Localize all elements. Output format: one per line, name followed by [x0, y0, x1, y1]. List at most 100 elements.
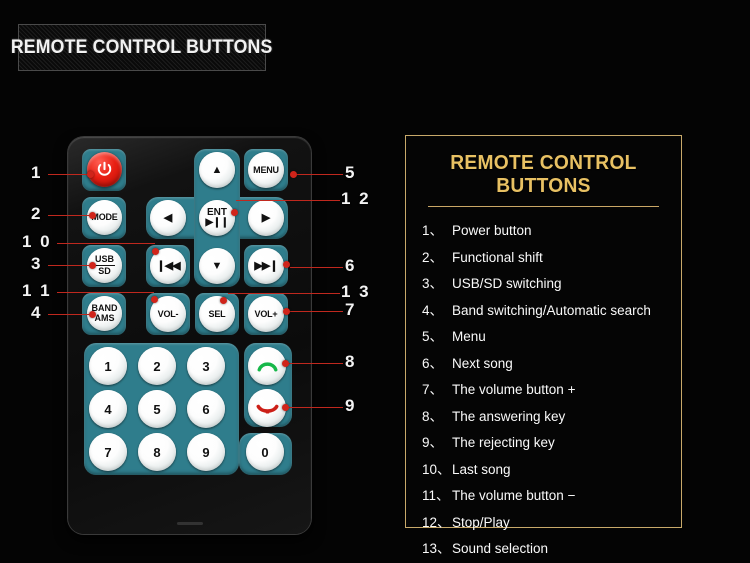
callout-12: 1 2	[341, 189, 371, 208]
leader-line-13	[228, 293, 340, 294]
list-item: 5、 Menu	[422, 325, 681, 345]
key-next-track[interactable]: ▶▶❙	[248, 248, 284, 284]
info-panel: REMOTE CONTROL BUTTONS 1、 Power button 2、…	[405, 135, 682, 556]
key-2[interactable]: 2	[138, 347, 176, 385]
key-answer-call[interactable]	[248, 347, 286, 385]
key-1-label: 1	[104, 358, 112, 374]
key-0[interactable]: 0	[246, 433, 284, 471]
list-item-label: The rejecting key	[452, 435, 555, 450]
key-7-label: 7	[104, 444, 112, 460]
key-6-label: 6	[202, 401, 210, 417]
key-8-label: 8	[153, 444, 161, 460]
callout-8: 8	[345, 352, 357, 371]
callout-1: 1	[31, 163, 43, 182]
header-banner: REMOTE CONTROL BUTTONS	[11, 24, 273, 71]
leader-dot-13	[220, 297, 227, 304]
list-item-label: Band switching/Automatic search	[452, 302, 651, 318]
header-banner-title: REMOTE CONTROL BUTTONS	[11, 36, 273, 58]
leader-line-11	[57, 292, 154, 293]
key-sel[interactable]: SEL	[199, 296, 235, 332]
answer-call-icon	[257, 362, 277, 372]
list-item-index: 8、	[422, 408, 444, 424]
key-down-label: ▼	[211, 259, 223, 272]
info-panel-divider	[428, 206, 659, 207]
remote-control-device: MODE USB SD BAND AMS ▲ MENU ◀ ENT ▶❙❙ ▶ …	[68, 137, 311, 534]
leader-line-12	[236, 200, 340, 201]
callout-9: 9	[345, 396, 357, 415]
callout-7: 7	[345, 300, 357, 319]
list-item-index: 2、	[422, 249, 444, 265]
list-item-label: The volume button +	[452, 382, 576, 397]
leader-dot-2	[89, 212, 96, 219]
key-right[interactable]: ▶	[248, 200, 284, 236]
callout-11: 1 1	[22, 281, 52, 300]
leader-line-5	[295, 174, 343, 175]
key-up-label: ▲	[211, 163, 223, 176]
list-item-index: 13、	[422, 541, 451, 556]
key-volume-down-label: VOL-	[157, 308, 179, 319]
leader-line-3	[48, 265, 92, 266]
key-2-label: 2	[153, 358, 161, 374]
key-0-label: 0	[261, 444, 269, 460]
list-item-index: 5、	[422, 329, 444, 344]
leader-dot-6	[283, 261, 290, 268]
callout-2: 2	[31, 204, 43, 223]
key-1[interactable]: 1	[89, 347, 127, 385]
list-item: 12、 Stop/Play	[422, 511, 681, 531]
key-4[interactable]: 4	[89, 390, 127, 428]
leader-dot-11	[151, 296, 158, 303]
key-5-label: 5	[153, 401, 161, 417]
list-item: 11、 The volume button −	[422, 484, 681, 504]
key-6[interactable]: 6	[187, 390, 225, 428]
reject-call-icon	[256, 404, 278, 414]
list-item-index: 4、	[422, 302, 444, 318]
list-item-label: Next song	[452, 355, 513, 371]
list-item: 8、 The answering key	[422, 405, 681, 425]
list-item-index: 1、	[422, 223, 444, 238]
callout-10: 1 0	[22, 232, 52, 251]
leader-dot-7	[283, 308, 290, 315]
leader-dot-5	[290, 171, 297, 178]
list-item-index: 3、	[422, 276, 444, 291]
play-pause-icon: ▶❙❙	[205, 217, 229, 228]
button-legend-list: 1、 Power button 2、 Functional shift 3、 USB/…	[406, 219, 681, 557]
next-track-icon: ▶▶❙	[254, 259, 278, 272]
key-sel-label: SEL	[208, 308, 226, 319]
list-item: 7、 The volume button +	[422, 378, 681, 398]
key-7[interactable]: 7	[89, 433, 127, 471]
list-item-index: 10、	[422, 461, 451, 477]
key-menu[interactable]: MENU	[248, 152, 284, 188]
list-item: 1、 Power button	[422, 219, 681, 239]
leader-dot-9	[282, 404, 289, 411]
list-item: 6、 Next song	[422, 352, 681, 372]
key-3[interactable]: 3	[187, 347, 225, 385]
leader-line-2	[48, 215, 92, 216]
list-item-label: Power button	[452, 223, 532, 238]
list-item: 10、 Last song	[422, 458, 681, 478]
key-power[interactable]	[87, 152, 122, 187]
callout-4: 4	[31, 303, 43, 322]
list-item: 3、 USB/SD switching	[422, 272, 681, 292]
key-right-label: ▶	[261, 211, 271, 224]
key-9[interactable]: 9	[187, 433, 225, 471]
list-item-index: 9、	[422, 435, 444, 450]
key-8[interactable]: 8	[138, 433, 176, 471]
leader-line-9	[288, 407, 343, 408]
key-ent-play-pause[interactable]: ENT ▶❙❙	[199, 200, 235, 236]
list-item: 9、 The rejecting key	[422, 431, 681, 451]
key-5[interactable]: 5	[138, 390, 176, 428]
key-reject-call[interactable]	[248, 389, 286, 427]
key-ams-label: AMS	[94, 312, 115, 323]
key-volume-up[interactable]: VOL+	[248, 296, 284, 332]
key-down[interactable]: ▼	[199, 248, 235, 284]
leader-dot-12	[231, 209, 238, 216]
key-up[interactable]: ▲	[199, 152, 235, 188]
callout-6: 6	[345, 256, 357, 275]
list-item: 2、 Functional shift	[422, 246, 681, 266]
key-left[interactable]: ◀	[150, 200, 186, 236]
key-volume-up-label: VOL+	[254, 308, 278, 319]
leader-dot-1	[87, 171, 94, 178]
power-icon	[97, 161, 112, 176]
leader-line-6	[290, 267, 343, 268]
list-item-index: 12、	[422, 514, 451, 530]
